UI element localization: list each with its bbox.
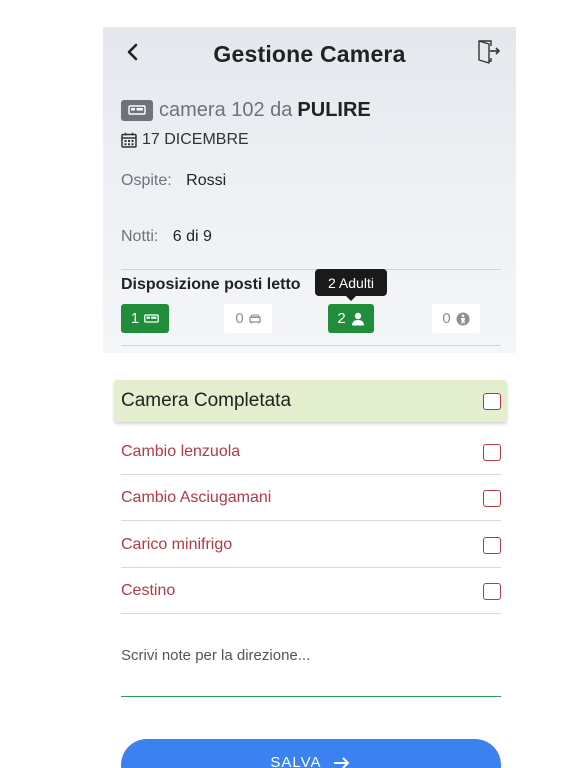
task-checkbox-towels[interactable] xyxy=(483,490,501,507)
calendar-icon xyxy=(121,132,137,148)
task-checkbox-sheets[interactable] xyxy=(483,444,501,461)
divider-bottom xyxy=(121,345,501,346)
task-row-minibar[interactable]: Carico minifrigo xyxy=(121,522,501,568)
guest-row: Ospite: Rossi xyxy=(121,172,226,190)
save-button[interactable]: SALVA xyxy=(121,739,501,768)
arrow-right-icon xyxy=(333,757,349,768)
room-completed-row[interactable]: Camera Completata xyxy=(114,380,507,422)
room-badge xyxy=(121,99,153,121)
single-bed-count: 0 xyxy=(235,310,244,327)
single-bed-icon xyxy=(249,313,261,323)
room-number: camera 102 da xyxy=(159,98,293,121)
room-header-card: Gestione Camera camera 102 da PULIRE 17 … xyxy=(103,27,516,353)
task-row-bin[interactable]: Cestino xyxy=(121,568,501,614)
notes-input[interactable] xyxy=(121,637,501,697)
task-label: Cambio lenzuola xyxy=(121,442,241,460)
children-count: 0 xyxy=(442,310,451,327)
task-row-sheets[interactable]: Cambio lenzuola xyxy=(121,429,501,475)
task-label: Cambio Asciugamani xyxy=(121,488,272,506)
guest-name: Rossi xyxy=(186,172,227,189)
exit-button[interactable] xyxy=(475,39,501,65)
beds-title: Disposizione posti letto xyxy=(121,276,301,293)
double-bed-chip[interactable]: 1 xyxy=(121,304,169,333)
adults-chip[interactable]: 2 xyxy=(328,304,374,333)
page-title: Gestione Camera xyxy=(213,41,406,67)
double-bed-icon xyxy=(144,314,160,323)
divider-top xyxy=(121,269,501,270)
children-chip[interactable]: 0 xyxy=(432,304,480,333)
adult-person-icon xyxy=(351,312,364,325)
child-icon xyxy=(456,312,470,325)
room-management-screen: Gestione Camera camera 102 da PULIRE 17 … xyxy=(103,27,516,768)
single-bed-chip[interactable]: 0 xyxy=(224,304,272,333)
exit-door-icon xyxy=(478,40,501,64)
task-row-towels[interactable]: Cambio Asciugamani xyxy=(121,475,501,521)
tooltip-arrow xyxy=(346,296,356,301)
bed-icon xyxy=(128,105,146,115)
task-checkbox-bin[interactable] xyxy=(483,583,501,600)
nights-value: 6 di 9 xyxy=(172,228,212,245)
save-label: SALVA xyxy=(270,754,322,768)
adults-tooltip: 2 Adulti xyxy=(315,269,387,296)
room-completed-checkbox[interactable] xyxy=(483,393,501,410)
room-date: 17 DICEMBRE xyxy=(142,131,249,148)
room-line: camera 102 da PULIRE xyxy=(121,97,371,123)
guest-label: Ospite: xyxy=(121,172,172,189)
task-label: Carico minifrigo xyxy=(121,535,233,553)
nights-row: Notti: 6 di 9 xyxy=(121,228,212,246)
task-checkbox-minibar[interactable] xyxy=(483,537,501,554)
task-label: Cestino xyxy=(121,581,176,599)
adults-count: 2 xyxy=(337,310,346,327)
room-status: PULIRE xyxy=(297,98,371,121)
nights-label: Notti: xyxy=(121,228,159,245)
date-line: 17 DICEMBRE xyxy=(121,131,249,149)
room-completed-label: Camera Completata xyxy=(121,390,292,411)
double-bed-count: 1 xyxy=(130,310,140,327)
